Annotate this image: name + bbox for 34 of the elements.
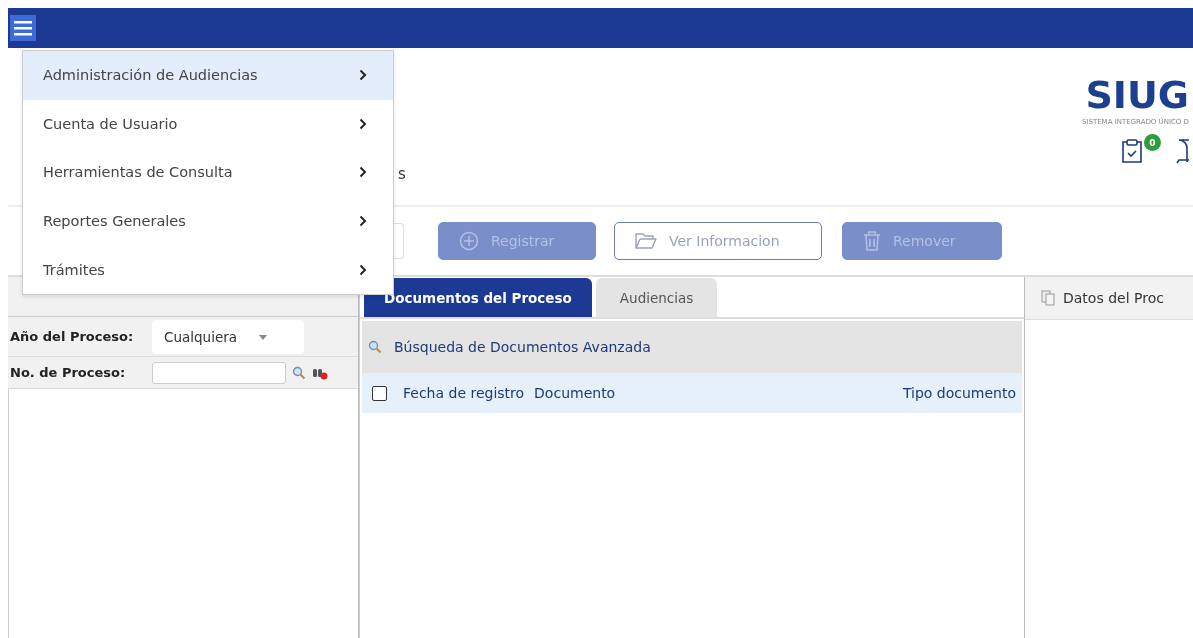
chevron-right-icon — [359, 117, 367, 130]
menu-item[interactable]: Cuenta de Usuario — [23, 99, 393, 149]
column-header[interactable]: Tipo documento — [902, 385, 1016, 401]
menu-button[interactable] — [10, 15, 36, 41]
select-all-checkbox[interactable] — [372, 385, 387, 401]
details-panel-title: Datos del Proc — [1063, 290, 1164, 306]
documents-icon — [1041, 290, 1055, 306]
search-icon[interactable] — [292, 365, 306, 380]
column-header[interactable]: Documento — [534, 385, 616, 401]
column-header[interactable]: Fecha de registro — [403, 385, 525, 401]
trash-icon — [863, 231, 881, 251]
caret-down-icon — [259, 335, 267, 340]
menu-item[interactable]: Reportes Generales — [23, 196, 393, 246]
chevron-right-icon — [359, 69, 367, 82]
menu-item[interactable]: Herramientas de Consulta — [23, 148, 393, 197]
year-dropdown[interactable]: Cualquiera — [152, 319, 304, 354]
menu-item[interactable]: Administración de Audiencias — [23, 51, 393, 100]
year-label: Año del Proceso: — [10, 329, 135, 344]
page-title: s — [398, 165, 406, 183]
advanced-search-link[interactable]: Búsqueda de Documentos Avanzada — [394, 339, 651, 355]
process-number-label: No. de Proceso: — [10, 365, 127, 380]
clipboard-check-icon[interactable] — [1120, 138, 1144, 164]
plus-circle-icon — [459, 231, 479, 251]
folder-icon — [635, 232, 657, 250]
chevron-right-icon — [359, 166, 367, 179]
tab[interactable]: Audiencias — [595, 278, 718, 317]
chevron-right-icon — [359, 263, 367, 276]
tab[interactable]: Documentos del Proceso — [364, 278, 592, 317]
menu-icon — [14, 20, 32, 36]
process-number-field[interactable] — [152, 361, 286, 384]
tasks-count-badge: 0 — [1144, 134, 1161, 151]
logo: SIUG — [1085, 72, 1189, 117]
chevron-right-icon — [359, 215, 367, 228]
search-icon — [368, 340, 382, 354]
